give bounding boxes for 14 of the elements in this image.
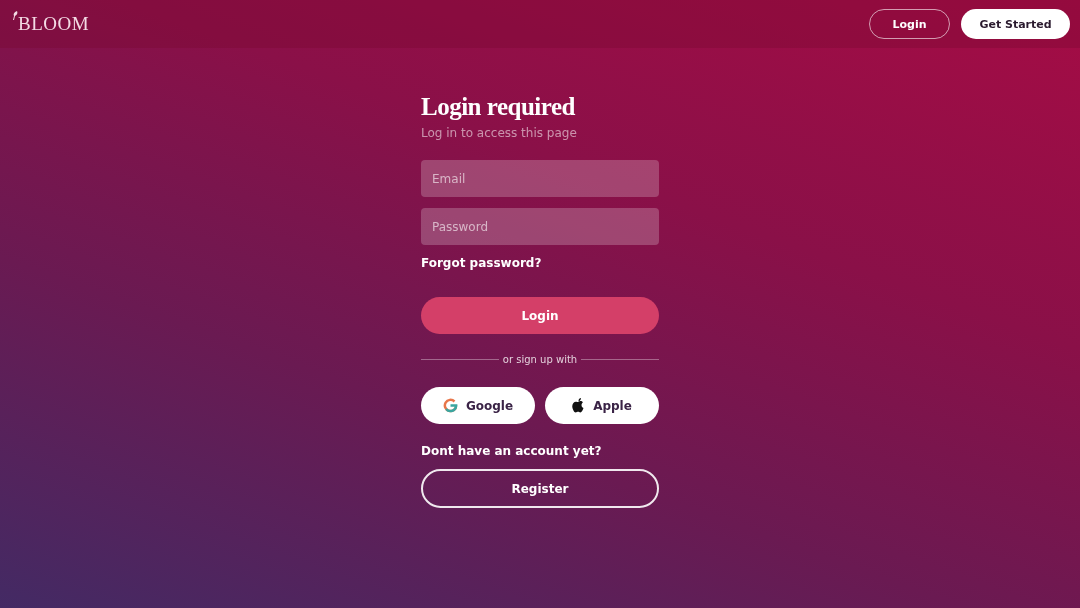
divider-text: or sign up with — [502, 354, 578, 365]
social-login-button[interactable]: Apple — [545, 387, 659, 424]
logo-text: BLOOM — [18, 13, 90, 35]
social-login-button[interactable]: Google — [421, 387, 535, 424]
google-g-icon — [442, 398, 458, 413]
subtitle: Log in to access this page — [421, 126, 578, 140]
leaf-icon — [12, 11, 18, 20]
register-button[interactable]: Register — [421, 469, 659, 508]
forgot-password-link[interactable]: Forgot password? — [421, 256, 542, 270]
page-title: Login required — [421, 92, 576, 122]
apple-icon — [572, 398, 586, 413]
register-prompt: Dont have an account yet? — [421, 444, 603, 458]
login-submit-button[interactable]: Login — [421, 297, 659, 334]
get-started-button[interactable]: Get Started — [961, 9, 1070, 39]
